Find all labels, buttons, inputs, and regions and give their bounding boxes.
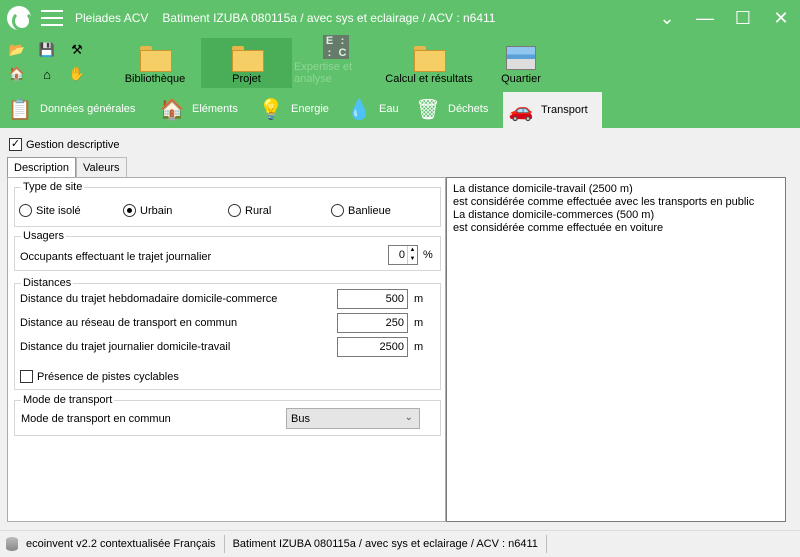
- minimize-button[interactable]: —: [686, 0, 724, 36]
- tab-dechets[interactable]: 🗑 Déchets: [414, 90, 488, 128]
- status-bar: ecoinvent v2.2 contextualisée Français B…: [0, 530, 800, 557]
- summary-panel: La distance domicile-travail (2500 m) es…: [446, 177, 786, 522]
- close-button[interactable]: ✕: [762, 0, 800, 36]
- radio-circle[interactable]: [19, 204, 32, 217]
- radio-circle[interactable]: [228, 204, 241, 217]
- ribbon-quartier-button[interactable]: Quartier: [490, 38, 552, 88]
- status-document: Batiment IZUBA 080115a / avec sys et ecl…: [232, 538, 538, 550]
- ribbon-projet-button[interactable]: Projet: [201, 38, 292, 88]
- radio-rural[interactable]: Rural: [228, 204, 271, 217]
- tab-valeurs[interactable]: Valeurs: [76, 157, 127, 177]
- ribbon: 📂 💾 ⚒ 🏠 ⌂ ✋ Bibliothèque Projet E::C Exp…: [0, 35, 800, 90]
- mode-transport-select[interactable]: Bus ⌄: [286, 408, 420, 429]
- tab-donnees-generales[interactable]: 📋 Données générales: [6, 90, 136, 128]
- pistes-cyclables-checkbox[interactable]: Présence de pistes cyclables: [20, 370, 179, 383]
- summary-line: est considérée comme effectuée avec les …: [453, 196, 755, 208]
- document-title: Batiment IZUBA 080115a / avec sys et ecl…: [162, 11, 496, 25]
- radio-urbain[interactable]: Urbain: [123, 204, 172, 217]
- close-icon: ✕: [773, 7, 789, 28]
- distance-reseau-label: Distance au réseau de transport en commu…: [20, 317, 238, 329]
- radio-circle-selected[interactable]: [123, 204, 136, 217]
- type-site-group: Type de site Site isolé Urbain Rural Ban…: [14, 181, 441, 227]
- unit-label: m: [414, 341, 424, 353]
- checkbox-checked[interactable]: ✓: [9, 138, 22, 151]
- chevron-down-icon: ⌄: [659, 7, 675, 28]
- app-logo-icon: [7, 6, 32, 31]
- distance-travail-input[interactable]: 2500: [337, 337, 408, 357]
- group-title: Type de site: [21, 181, 85, 193]
- house-icon: 🏠: [159, 98, 185, 121]
- chevron-down-icon: ⌄: [404, 412, 413, 423]
- calc-folder-icon: [414, 46, 446, 72]
- tab-elements[interactable]: 🏠 Eléments: [158, 90, 238, 128]
- unit-label: m: [414, 317, 424, 329]
- occupants-spinner[interactable]: 0 ▲ ▼: [388, 245, 418, 265]
- ribbon-expertise-button[interactable]: E::C Expertise et analyse: [294, 35, 378, 88]
- minimize-icon: —: [696, 7, 714, 28]
- open-folder-icon[interactable]: 📂: [8, 41, 26, 59]
- tools-icon[interactable]: ⚒: [68, 41, 86, 59]
- status-database: ecoinvent v2.2 contextualisée Français: [26, 538, 216, 550]
- trash-can-icon: 🗑: [415, 98, 441, 121]
- subtabs: Description Valeurs: [7, 157, 127, 178]
- ribbon-bibliotheque-button[interactable]: Bibliothèque: [118, 38, 192, 88]
- collapse-ribbon-button[interactable]: ⌄: [648, 0, 686, 36]
- spin-down-icon[interactable]: ▼: [408, 255, 417, 264]
- tab-description[interactable]: Description: [7, 157, 77, 178]
- settings-home-icon[interactable]: ⌂: [38, 65, 56, 83]
- summary-line: La distance domicile-travail (2500 m): [453, 183, 633, 195]
- description-panel: Type de site Site isolé Urbain Rural Ban…: [7, 177, 446, 522]
- module-tabs: 📋 Données générales 🏠 Eléments 💡 Energie…: [0, 90, 800, 128]
- occupants-unit: %: [423, 249, 433, 261]
- distance-commerce-input[interactable]: 500: [337, 289, 408, 309]
- radio-site-isole[interactable]: Site isolé: [19, 204, 81, 217]
- car-icon: 🚗: [508, 99, 534, 122]
- water-drop-icon: 💧: [346, 98, 372, 121]
- app-title: Pleiades ACV: [75, 11, 149, 25]
- tab-transport[interactable]: 🚗 Transport: [503, 92, 602, 128]
- tab-energie[interactable]: 💡 Energie: [257, 90, 329, 128]
- distance-travail-label: Distance du trajet journalier domicile-t…: [20, 341, 231, 353]
- unit-label: m: [414, 293, 424, 305]
- summary-line: est considérée comme effectuée en voitur…: [453, 222, 664, 234]
- maximize-button[interactable]: ☐: [724, 0, 762, 36]
- tab-eau[interactable]: 💧 Eau: [345, 90, 399, 128]
- hand-icon[interactable]: ✋: [68, 65, 86, 83]
- usagers-group: Usagers Occupants effectuant le trajet j…: [14, 230, 441, 271]
- library-folder-icon: [140, 46, 172, 72]
- mode-transport-label: Mode de transport en commun: [21, 413, 171, 425]
- spin-up-icon[interactable]: ▲: [408, 246, 417, 255]
- document-list-icon: 📋: [7, 98, 33, 121]
- save-icon[interactable]: 💾: [38, 41, 56, 59]
- lightbulb-icon: 💡: [258, 98, 284, 121]
- ec-icon: E::C: [323, 35, 349, 59]
- ribbon-calcul-button[interactable]: Calcul et résultats: [381, 38, 477, 88]
- status-divider: [545, 535, 547, 553]
- district-map-icon: [506, 46, 536, 70]
- occupants-label: Occupants effectuant le trajet journalie…: [20, 251, 212, 263]
- group-title: Distances: [21, 277, 74, 289]
- radio-banlieue[interactable]: Banlieue: [331, 204, 391, 217]
- distance-commerce-label: Distance du trajet hebdomadaire domicile…: [20, 293, 278, 305]
- summary-line: La distance domicile-commerces (500 m): [453, 209, 655, 221]
- project-folder-icon: [231, 46, 264, 72]
- maximize-icon: ☐: [734, 7, 752, 28]
- radio-circle[interactable]: [331, 204, 344, 217]
- gestion-descriptive-checkbox[interactable]: ✓ Gestion descriptive: [9, 138, 120, 151]
- distance-reseau-input[interactable]: 250: [337, 313, 408, 333]
- group-title: Mode de transport: [21, 394, 115, 406]
- checkbox-unchecked[interactable]: [20, 370, 33, 383]
- title-bar: Pleiades ACV Batiment IZUBA 080115a / av…: [0, 0, 800, 36]
- group-title: Usagers: [21, 230, 66, 242]
- home-icon[interactable]: 🏠: [8, 65, 26, 83]
- menu-icon[interactable]: [41, 10, 63, 26]
- database-icon: [6, 537, 18, 551]
